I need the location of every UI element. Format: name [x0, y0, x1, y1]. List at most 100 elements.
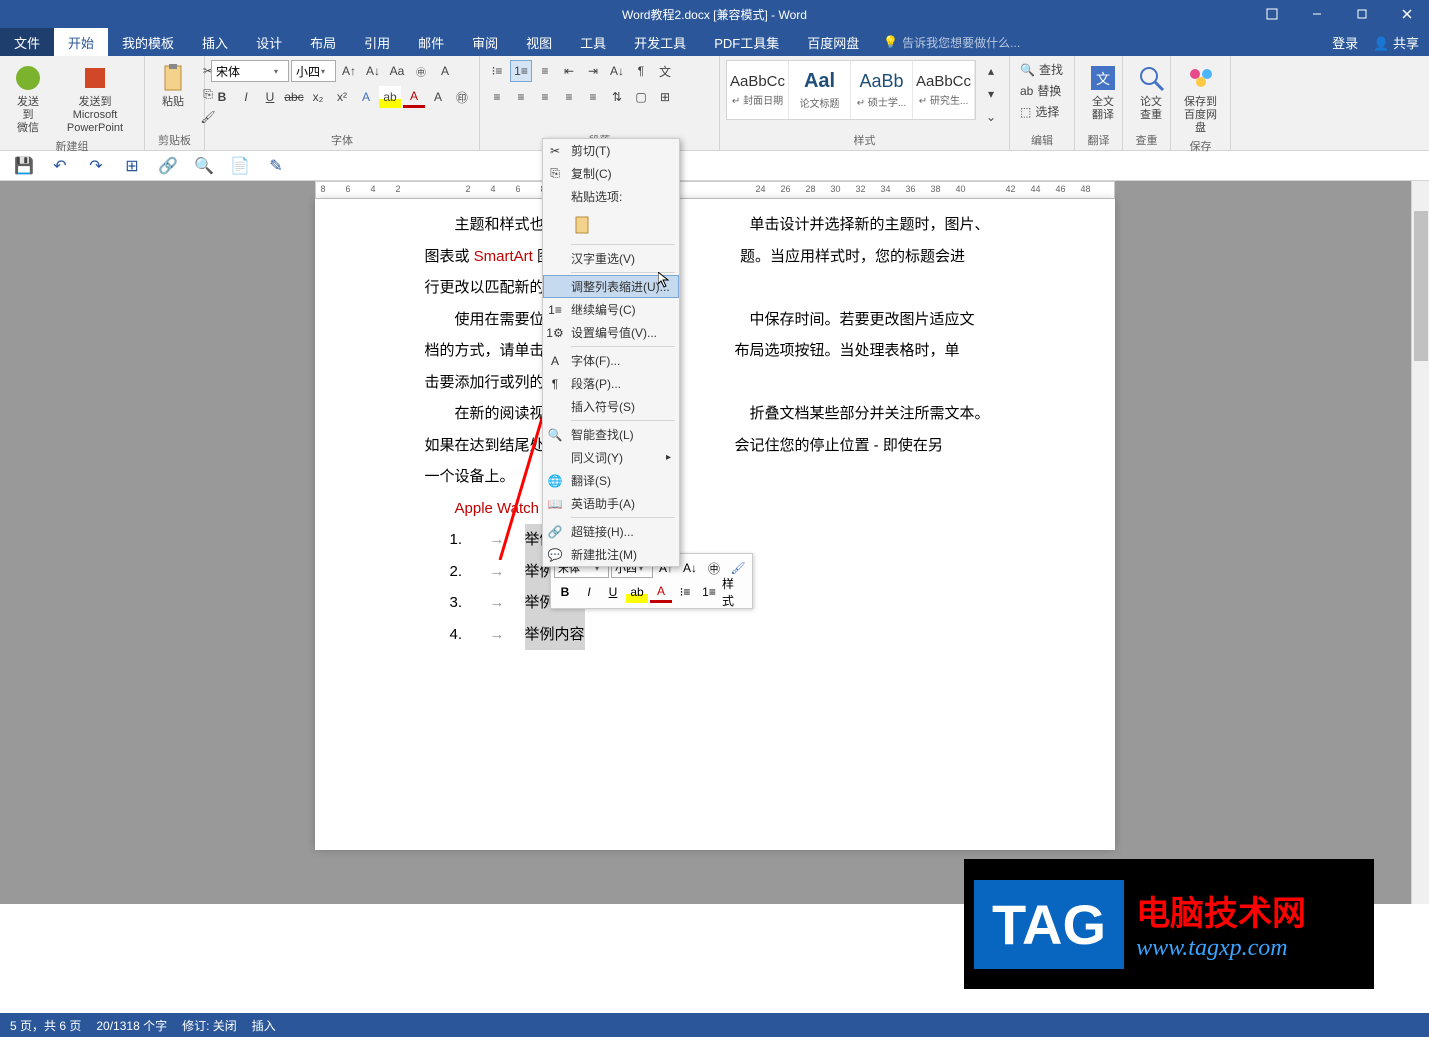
- cm-new-comment[interactable]: 💬新建批注(M): [543, 543, 679, 566]
- qat-save-icon[interactable]: 💾: [15, 157, 33, 175]
- qat-redo-button[interactable]: ↷: [87, 157, 105, 175]
- login-link[interactable]: 登录: [1332, 33, 1358, 52]
- cm-adjust-list-indent[interactable]: 调整列表缩进(U)...: [543, 275, 679, 298]
- sort-button[interactable]: A↓: [606, 60, 628, 82]
- qat-btn-6[interactable]: 🔍: [195, 157, 213, 175]
- font-name-combo[interactable]: 宋体▾: [211, 60, 289, 82]
- cm-paragraph[interactable]: ¶段落(P)...: [543, 372, 679, 395]
- mini-underline[interactable]: U: [602, 581, 624, 603]
- paste-keep-source-button[interactable]: [571, 212, 597, 238]
- style-master[interactable]: AaBb↵ 硕士学...: [851, 61, 913, 119]
- highlight-button[interactable]: ab: [379, 86, 401, 108]
- cm-hyperlink[interactable]: 🔗超链接(H)...: [543, 520, 679, 543]
- align-center-button[interactable]: ≡: [510, 86, 532, 108]
- full-translate-button[interactable]: 文 全文翻译: [1081, 60, 1125, 124]
- grow-font-button[interactable]: A↑: [338, 60, 360, 82]
- tab-tools[interactable]: 工具: [566, 28, 620, 56]
- tab-dev[interactable]: 开发工具: [620, 28, 700, 56]
- tab-baidu[interactable]: 百度网盘: [793, 28, 873, 56]
- tab-references[interactable]: 引用: [350, 28, 404, 56]
- cm-synonyms[interactable]: 同义词(Y)▸: [543, 446, 679, 469]
- send-to-powerpoint-button[interactable]: 发送到Microsoft PowerPoint: [52, 60, 138, 138]
- qat-btn-4[interactable]: ⊞: [123, 157, 141, 175]
- plagiarism-check-button[interactable]: 论文查重: [1129, 60, 1173, 124]
- bold-button[interactable]: B: [211, 86, 233, 108]
- tab-file[interactable]: 文件: [0, 28, 54, 56]
- ribbon-display-icon[interactable]: [1249, 0, 1294, 28]
- shading-button[interactable]: ▢: [630, 86, 652, 108]
- mini-bullets[interactable]: ⁝≡: [674, 581, 696, 603]
- paste-button[interactable]: 粘贴: [151, 60, 195, 111]
- status-words[interactable]: 20/1318 个字: [96, 1017, 167, 1034]
- strikethrough-button[interactable]: abc: [283, 86, 305, 108]
- tab-insert[interactable]: 插入: [188, 28, 242, 56]
- send-to-wechat-button[interactable]: 发送到微信: [6, 60, 50, 138]
- status-page[interactable]: 5 页，共 6 页: [10, 1017, 81, 1034]
- cm-insert-symbol[interactable]: 插入符号(S): [543, 395, 679, 418]
- minimize-button[interactable]: [1294, 0, 1339, 28]
- status-revision[interactable]: 修订: 关闭: [182, 1017, 237, 1034]
- style-paper-title[interactable]: Aal论文标题: [789, 61, 851, 119]
- multilevel-list-button[interactable]: ≡: [534, 60, 556, 82]
- text-effects-button[interactable]: A: [355, 86, 377, 108]
- char-border-button[interactable]: A: [434, 60, 456, 82]
- subscript-button[interactable]: x₂: [307, 86, 329, 108]
- styles-gallery[interactable]: AaBbCc↵ 封面日期 Aal论文标题 AaBb↵ 硕士学... AaBbCc…: [726, 60, 976, 120]
- mini-shrink-font[interactable]: A↓: [679, 557, 701, 579]
- status-insert[interactable]: 插入: [252, 1017, 276, 1034]
- styles-expand[interactable]: ⌄: [980, 106, 1002, 128]
- qat-btn-5[interactable]: 🔗: [159, 157, 177, 175]
- mini-highlight[interactable]: ab: [626, 581, 648, 603]
- decrease-indent-button[interactable]: ⇤: [558, 60, 580, 82]
- save-to-cloud-button[interactable]: 保存到百度网盘: [1177, 60, 1224, 138]
- mini-bold[interactable]: B: [554, 581, 576, 603]
- share-button[interactable]: 👤 共享: [1373, 33, 1419, 52]
- mini-italic[interactable]: I: [578, 581, 600, 603]
- cm-cut[interactable]: ✂剪切(T): [543, 139, 679, 162]
- scrollbar-thumb[interactable]: [1414, 211, 1428, 361]
- justify-button[interactable]: ≡: [558, 86, 580, 108]
- cm-copy[interactable]: ⎘复制(C): [543, 162, 679, 185]
- tab-design[interactable]: 设计: [242, 28, 296, 56]
- maximize-button[interactable]: [1339, 0, 1384, 28]
- phonetic-guide-button[interactable]: ㊥: [410, 60, 432, 82]
- tab-templates[interactable]: 我的模板: [108, 28, 188, 56]
- mini-numbering[interactable]: 1≡: [698, 581, 720, 603]
- mini-styles[interactable]: 样式: [722, 581, 744, 603]
- cm-hanzi-reselect[interactable]: 汉字重选(V): [543, 247, 679, 270]
- show-marks-button[interactable]: ¶: [630, 60, 652, 82]
- document-page[interactable]: 主题和样式也有助于单击设计并选择新的主题时，图片、 图表或 SmartArt 图…: [315, 199, 1115, 850]
- qat-btn-7[interactable]: 📄: [231, 157, 249, 175]
- cm-set-number-value[interactable]: 1⚙设置编号值(V)...: [543, 321, 679, 344]
- shrink-font-button[interactable]: A↓: [362, 60, 384, 82]
- cm-translate[interactable]: 🌐翻译(S): [543, 469, 679, 492]
- replace-button[interactable]: ab替换: [1016, 81, 1067, 100]
- qat-btn-8[interactable]: ✎: [267, 157, 285, 175]
- bullets-button[interactable]: ⁝≡: [486, 60, 508, 82]
- align-right-button[interactable]: ≡: [534, 86, 556, 108]
- distribute-button[interactable]: ≡: [582, 86, 604, 108]
- change-case-button[interactable]: Aa: [386, 60, 408, 82]
- tab-view[interactable]: 视图: [512, 28, 566, 56]
- align-left-button[interactable]: ≡: [486, 86, 508, 108]
- style-researcher[interactable]: AaBbCc↵ 研究生...: [913, 61, 975, 119]
- horizontal-ruler[interactable]: 86 42 24 68 1012 14 2426 2830 3234 3638 …: [315, 181, 1115, 199]
- cm-english-assistant[interactable]: 📖英语助手(A): [543, 492, 679, 515]
- mini-font-color[interactable]: A: [650, 581, 672, 603]
- tab-home[interactable]: 开始: [54, 28, 108, 56]
- styles-scroll-down[interactable]: ▾: [980, 83, 1002, 105]
- cm-font[interactable]: A字体(F)...: [543, 349, 679, 372]
- tab-pdf[interactable]: PDF工具集: [700, 28, 793, 56]
- tab-mail[interactable]: 邮件: [404, 28, 458, 56]
- select-button[interactable]: ⬚选择: [1016, 102, 1067, 121]
- tell-me-search[interactable]: 💡 告诉我您想要做什么...: [883, 34, 1020, 51]
- tab-layout[interactable]: 布局: [296, 28, 350, 56]
- text-direction-button[interactable]: 文: [654, 60, 676, 82]
- char-shading-button[interactable]: A: [427, 86, 449, 108]
- increase-indent-button[interactable]: ⇥: [582, 60, 604, 82]
- italic-button[interactable]: I: [235, 86, 257, 108]
- cm-continue-numbering[interactable]: 1≡继续编号(C): [543, 298, 679, 321]
- qat-undo-button[interactable]: ↶: [51, 157, 69, 175]
- line-spacing-button[interactable]: ⇅: [606, 86, 628, 108]
- numbering-button[interactable]: 1≡: [510, 60, 532, 82]
